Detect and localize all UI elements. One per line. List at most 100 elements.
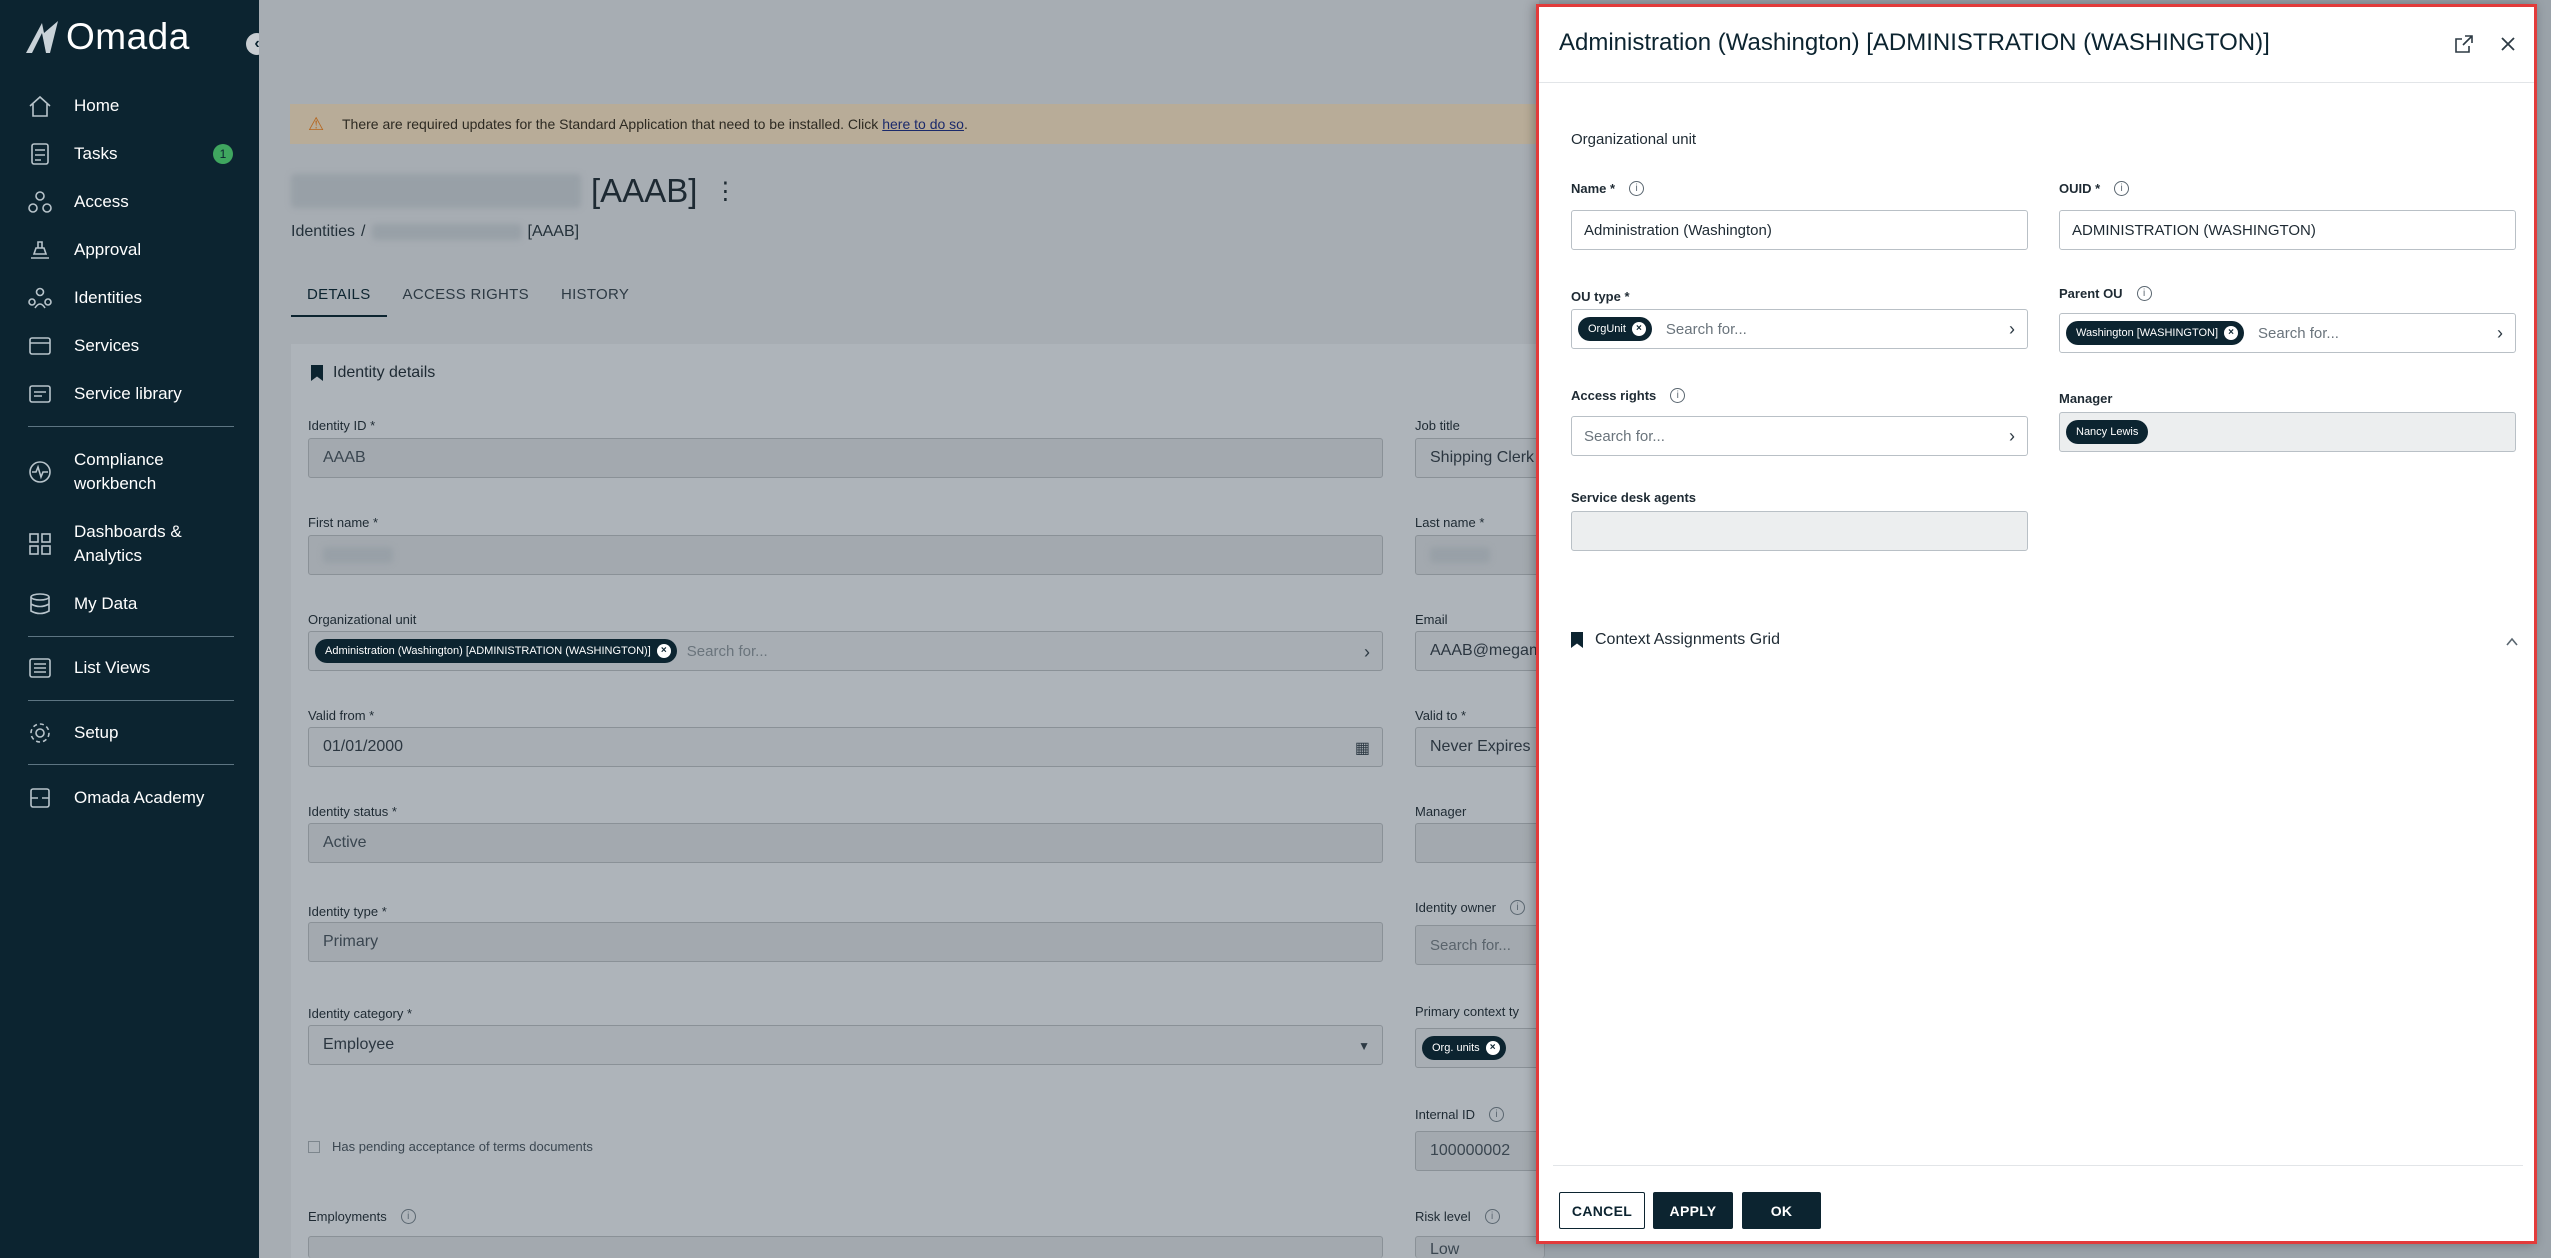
pending-terms-checkbox[interactable] — [308, 1140, 320, 1153]
remove-chip-icon[interactable]: × — [1485, 1041, 1500, 1055]
info-icon[interactable]: i — [2114, 181, 2130, 196]
chevron-right-icon[interactable]: › — [2009, 319, 2015, 340]
job-title-label: Job title — [1415, 418, 1460, 433]
primary-context-field[interactable]: Org. units × — [1415, 1028, 1545, 1068]
ok-button[interactable]: OK — [1742, 1192, 1821, 1229]
breadcrumb-identities-link[interactable]: Identities — [291, 223, 355, 241]
remove-chip-icon[interactable]: × — [656, 644, 671, 658]
identity-id-suffix: [AAAB] — [591, 172, 698, 209]
info-icon[interactable]: i — [1488, 1107, 1504, 1122]
info-icon[interactable]: i — [2136, 286, 2152, 301]
remove-chip-icon[interactable]: × — [1631, 322, 1646, 336]
sidebar-item-tasks[interactable]: Tasks 1 — [0, 132, 259, 176]
access-rights-field[interactable]: Search for... › — [1571, 416, 2028, 456]
sidebar-item-compliance-workbench[interactable]: Compliance workbench — [0, 448, 259, 496]
name-input[interactable]: Administration (Washington) — [1571, 210, 2028, 250]
chevron-right-icon[interactable]: › — [2009, 426, 2015, 447]
org-unit-chip: Administration (Washington) [ADMINISTRAT… — [315, 639, 677, 663]
valid-from-field[interactable]: 01/01/2000 ▦ — [308, 727, 1383, 767]
manager-label: Manager — [1415, 804, 1467, 819]
open-in-new-window-icon[interactable] — [2453, 33, 2475, 55]
more-options-icon[interactable]: ⋮ — [713, 177, 737, 206]
sidebar-item-home[interactable]: Home — [0, 84, 259, 128]
ouid-label-row: OUID * i — [2059, 181, 2130, 196]
info-icon[interactable]: i — [1484, 1209, 1500, 1224]
chevron-right-icon[interactable]: › — [1364, 642, 1370, 663]
email-field[interactable]: AAAB@megam — [1415, 631, 1545, 671]
sidebar-item-label: Identities — [74, 288, 143, 307]
sidebar-item-list-views[interactable]: List Views — [0, 646, 259, 690]
tab-access-rights[interactable]: ACCESS RIGHTS — [387, 277, 545, 317]
tab-details[interactable]: DETAILS — [291, 277, 387, 317]
risk-level-label-row: Risk level i — [1415, 1209, 1500, 1224]
remove-chip-icon[interactable]: × — [2224, 326, 2239, 340]
org-unit-field[interactable]: Administration (Washington) [ADMINISTRAT… — [308, 631, 1383, 671]
sidebar-item-services[interactable]: Services — [0, 324, 259, 368]
identity-owner-label: Identity owner — [1415, 900, 1496, 915]
employments-label: Employments — [308, 1209, 387, 1224]
ouid-input[interactable]: ADMINISTRATION (WASHINGTON) — [2059, 210, 2516, 250]
sidebar-item-omada-academy[interactable]: Omada Academy — [0, 776, 259, 820]
manager-label: Manager — [2059, 391, 2113, 406]
org-unit-label: Organizational unit — [308, 612, 417, 627]
employments-label-row: Employments i — [308, 1209, 416, 1224]
valid-from-label: Valid from * — [308, 708, 375, 723]
last-name-field[interactable] — [1415, 535, 1545, 575]
last-name-label: Last name * — [1415, 515, 1485, 530]
parent-ou-field[interactable]: Washington [WASHINGTON] × Search for... › — [2059, 313, 2516, 353]
name-label-row: Name * i — [1571, 181, 1645, 196]
chevron-up-icon[interactable] — [2505, 635, 2519, 649]
access-rights-label-row: Access rights i — [1571, 388, 1686, 403]
search-placeholder: Search for... — [686, 642, 768, 660]
apply-button[interactable]: APPLY — [1653, 1192, 1733, 1229]
dropdown-icon[interactable]: ▼ — [1358, 1039, 1370, 1053]
sidebar-item-dashboards[interactable]: Dashboards & Analytics — [0, 520, 259, 568]
tab-history[interactable]: HISTORY — [545, 277, 645, 317]
sidebar: Omada ‹ Home Tasks 1 Access Approval Ide… — [0, 0, 268, 1258]
internal-id-label-row: Internal ID i — [1415, 1107, 1504, 1122]
info-icon[interactable]: i — [1509, 900, 1525, 915]
list-views-icon — [29, 658, 51, 678]
risk-level-field: Low — [1415, 1236, 1545, 1258]
primary-context-label: Primary context ty — [1415, 1004, 1520, 1019]
identity-owner-label-row: Identity owner i — [1415, 900, 1525, 915]
ou-type-field[interactable]: OrgUnit × Search for... › — [1571, 309, 2028, 349]
cancel-button[interactable]: CANCEL — [1559, 1192, 1645, 1229]
sidebar-item-access[interactable]: Access — [0, 180, 259, 224]
chip-label: Org. units — [1432, 1042, 1480, 1054]
breadcrumb: Identities / [AAAB] — [291, 223, 579, 241]
ouid-label: OUID * — [2059, 181, 2101, 196]
info-icon[interactable]: i — [1670, 388, 1686, 403]
identity-id-field: AAAB — [308, 438, 1383, 478]
first-name-label: First name * — [308, 515, 379, 530]
sidebar-item-identities[interactable]: Identities — [0, 276, 259, 320]
pending-terms-label: Has pending acceptance of terms document… — [332, 1139, 593, 1154]
identity-type-label: Identity type * — [308, 904, 387, 919]
dialog-title: Administration (Washington) [ADMINISTRAT… — [1559, 29, 2270, 56]
chip-label: Washington [WASHINGTON] — [2076, 327, 2219, 339]
tasks-icon — [31, 143, 49, 165]
warning-icon: ⚠ — [308, 114, 325, 134]
sidebar-item-label: My Data — [74, 594, 138, 613]
employments-field — [308, 1236, 1383, 1258]
valid-to-label: Valid to * — [1415, 708, 1467, 723]
identity-category-select[interactable]: Employee ▼ — [308, 1025, 1383, 1065]
sidebar-item-service-library[interactable]: Service library — [0, 372, 259, 416]
update-link[interactable]: here to do so — [882, 116, 964, 132]
sidebar-item-setup[interactable]: Setup — [0, 711, 259, 755]
sidebar-item-my-data[interactable]: My Data — [0, 582, 259, 626]
info-icon[interactable]: i — [400, 1209, 416, 1224]
chevron-right-icon[interactable]: › — [2497, 323, 2503, 344]
valid-to-field[interactable]: Never Expires — [1415, 727, 1545, 767]
sidebar-item-label: Compliance workbench — [74, 450, 164, 493]
job-title-field[interactable]: Shipping Clerk — [1415, 438, 1545, 478]
context-assignments-header[interactable]: Context Assignments Grid — [1571, 631, 1780, 649]
approval-icon — [31, 241, 49, 259]
calendar-icon[interactable]: ▦ — [1355, 738, 1370, 758]
close-icon[interactable] — [2497, 33, 2519, 55]
info-icon[interactable]: i — [1629, 181, 1645, 196]
identity-owner-field[interactable]: Search for... — [1415, 925, 1545, 965]
sidebar-item-approval[interactable]: Approval — [0, 228, 259, 272]
omada-logo[interactable]: Omada — [24, 16, 190, 58]
first-name-field[interactable] — [308, 535, 1383, 575]
